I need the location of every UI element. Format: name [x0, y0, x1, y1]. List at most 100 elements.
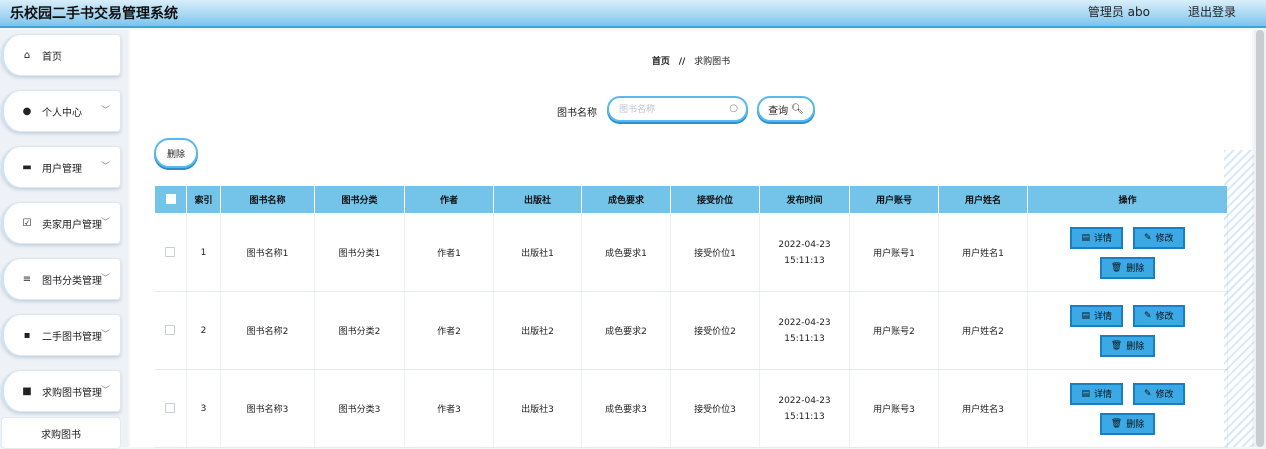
cell-author: 作者3: [404, 369, 494, 448]
query-button[interactable]: 查询 🔍︎: [757, 96, 815, 122]
pencil-icon: ✎: [1143, 388, 1152, 399]
cell-username: 用户姓名3: [938, 369, 1028, 448]
cell-actions: ▤ 详情 ✎ 修改 🗑︎ 删除: [1027, 213, 1228, 292]
cell-username: 用户姓名1: [938, 213, 1028, 292]
check-square-icon: ☑: [22, 217, 32, 229]
edit-label: 修改: [1155, 390, 1174, 400]
breadcrumb-separator: //: [678, 57, 686, 67]
cell-condition: 成色要求1: [581, 213, 671, 292]
breadcrumb-current: 求购图书: [694, 57, 731, 67]
search-icon: 🔍︎: [791, 103, 804, 115]
main-content: 首页 // 求购图书 图书名称 ○ 查询 🔍︎ 删除 索引图书名称图书分类作者出…: [130, 30, 1252, 448]
document-icon: ▤: [1081, 310, 1090, 321]
chevron-down-icon: ﹀: [100, 274, 110, 284]
sidebar-item-6[interactable]: ■ 求购图书管理 ﹀: [1, 370, 121, 412]
trash-icon: 🗑︎: [1110, 418, 1123, 429]
data-table: 索引 图书名称 图书分类 作者 出版社 成色要求 接受价位 发布时间 用户账号 用户姓名 操作 1图…: [154, 185, 1228, 448]
table-header-row: 索引 图书名称 图书分类 作者 出版社 成色要求 接受价位 发布时间 用户账号 用户姓名 操作: [154, 185, 1228, 214]
user-icon: ●: [22, 105, 32, 117]
search-field[interactable]: ○: [607, 96, 748, 122]
cell-index: 3: [186, 369, 221, 448]
column-header: 出版社: [493, 185, 582, 214]
cell-price: 接受价位3: [670, 369, 760, 448]
page-scrollbar[interactable]: [1254, 30, 1266, 447]
sidebar-item-5[interactable]: ▪ 二手图书管理 ﹀: [1, 314, 121, 356]
cell-name: 图书名称3: [220, 369, 315, 448]
cell-publisher: 出版社2: [493, 291, 582, 370]
monitor-icon: ▬: [22, 161, 32, 173]
chevron-down-icon: ﹀: [100, 386, 110, 396]
row-select-cell[interactable]: [154, 213, 187, 292]
table-row: 2 图书名称2 图书分类2 作者2 出版社2 成色要求2 接受价位2 2022-04-23 1…: [154, 291, 1228, 370]
delete-label: 删除: [1126, 420, 1145, 430]
cell-time: 2022-04-23 15:11:13: [759, 369, 850, 448]
row-checkbox[interactable]: [165, 247, 176, 258]
sidebar-item-0[interactable]: ⌂ 首页: [1, 34, 121, 76]
cell-time: 2022-04-23 15:11:13: [759, 291, 850, 370]
sidebar: ⌂ 首页 ● 个人中心 ﹀ ▬ 用户管理 ﹀ ☑ 卖家用户管理 ﹀ ≡ 图书分类管理 ﹀ ▪ 二手图书管理 ﹀ ■…: [0, 30, 128, 449]
search-label: 图书名称: [557, 108, 597, 119]
cell-actions: ▤ 详情 ✎ 修改 🗑︎ 删除: [1027, 369, 1228, 448]
column-header: 用户账号: [849, 185, 939, 214]
edit-button[interactable]: ✎ 修改: [1132, 304, 1185, 327]
edit-button[interactable]: ✎ 修改: [1132, 226, 1185, 249]
document-icon: ▤: [1081, 232, 1090, 243]
edit-button[interactable]: ✎ 修改: [1132, 382, 1185, 405]
cell-time: 2022-04-23 15:11:13: [759, 213, 850, 292]
logout-link[interactable]: 退出登录: [1188, 3, 1236, 20]
scrollbar-thumb[interactable]: [1256, 30, 1264, 447]
delete-button[interactable]: 🗑︎ 删除: [1099, 334, 1156, 357]
detail-button[interactable]: ▤ 详情: [1070, 304, 1123, 327]
sidebar-item-2[interactable]: ▬ 用户管理 ﹀: [1, 146, 121, 188]
row-checkbox[interactable]: [165, 403, 176, 414]
delete-button[interactable]: 🗑︎ 删除: [1099, 256, 1156, 279]
top-header: 乐校园二手书交易管理系统 管理员 abo 退出登录: [0, 0, 1266, 28]
query-button-label: 查询: [768, 105, 789, 117]
detail-label: 详情: [1093, 234, 1112, 244]
cell-category: 图书分类1: [314, 213, 405, 292]
table-row: 1 图书名称1 图书分类1 作者1 出版社1 成色要求1 接受价位1 2022-04-23 1…: [154, 213, 1228, 292]
breadcrumb-home[interactable]: 首页: [652, 57, 670, 67]
sidebar-item-1[interactable]: ● 个人中心 ﹀: [1, 90, 121, 132]
row-select-cell[interactable]: [154, 369, 187, 448]
sidebar-item-4[interactable]: ≡ 图书分类管理 ﹀: [1, 258, 121, 300]
row-checkbox[interactable]: [165, 325, 176, 336]
row-select-cell[interactable]: [154, 291, 187, 370]
detail-label: 详情: [1093, 390, 1112, 400]
chevron-down-icon: ﹀: [100, 106, 110, 116]
cell-author: 作者2: [404, 291, 494, 370]
delete-label: 删除: [1126, 342, 1145, 352]
detail-button[interactable]: ▤ 详情: [1070, 226, 1123, 249]
cell-price: 接受价位1: [670, 213, 760, 292]
batch-delete-button[interactable]: 删除: [154, 138, 198, 168]
select-all-cell[interactable]: [154, 185, 187, 214]
edit-label: 修改: [1155, 234, 1174, 244]
breadcrumb: 首页 // 求购图书: [130, 54, 1252, 67]
sidebar-item-label: 二手图书管理: [42, 331, 102, 343]
pencil-icon: ✎: [1143, 232, 1152, 243]
cell-account: 用户账号2: [849, 291, 939, 370]
cell-index: 1: [186, 213, 221, 292]
detail-button[interactable]: ▤ 详情: [1070, 382, 1123, 405]
sidebar-item-label: 首页: [42, 51, 62, 63]
chevron-down-icon: ﹀: [100, 218, 110, 228]
sidebar-item-label: 求购图书管理: [42, 387, 102, 399]
cell-name: 图书名称1: [220, 213, 315, 292]
cell-index: 2: [186, 291, 221, 370]
grid-icon: ▪: [23, 329, 31, 341]
admin-label: 管理员 abo: [1087, 5, 1150, 19]
book-icon: ■: [22, 385, 32, 397]
sidebar-item-label: 卖家用户管理: [42, 219, 102, 231]
cell-username: 用户姓名2: [938, 291, 1028, 370]
select-all-checkbox[interactable]: [165, 194, 176, 205]
sidebar-item-3[interactable]: ☑ 卖家用户管理 ﹀: [1, 202, 121, 244]
home-icon: ⌂: [23, 49, 31, 61]
column-header: 作者: [404, 185, 494, 214]
document-icon: ▤: [1081, 388, 1090, 399]
sidebar-subitem-purchase-books[interactable]: 求购图书: [1, 417, 121, 449]
cell-actions: ▤ 详情 ✎ 修改 🗑︎ 删除: [1027, 291, 1228, 370]
delete-button[interactable]: 🗑︎ 删除: [1099, 412, 1156, 435]
search-input[interactable]: [619, 103, 729, 117]
cell-category: 图书分类2: [314, 291, 405, 370]
decorative-stripes: [1224, 150, 1254, 447]
